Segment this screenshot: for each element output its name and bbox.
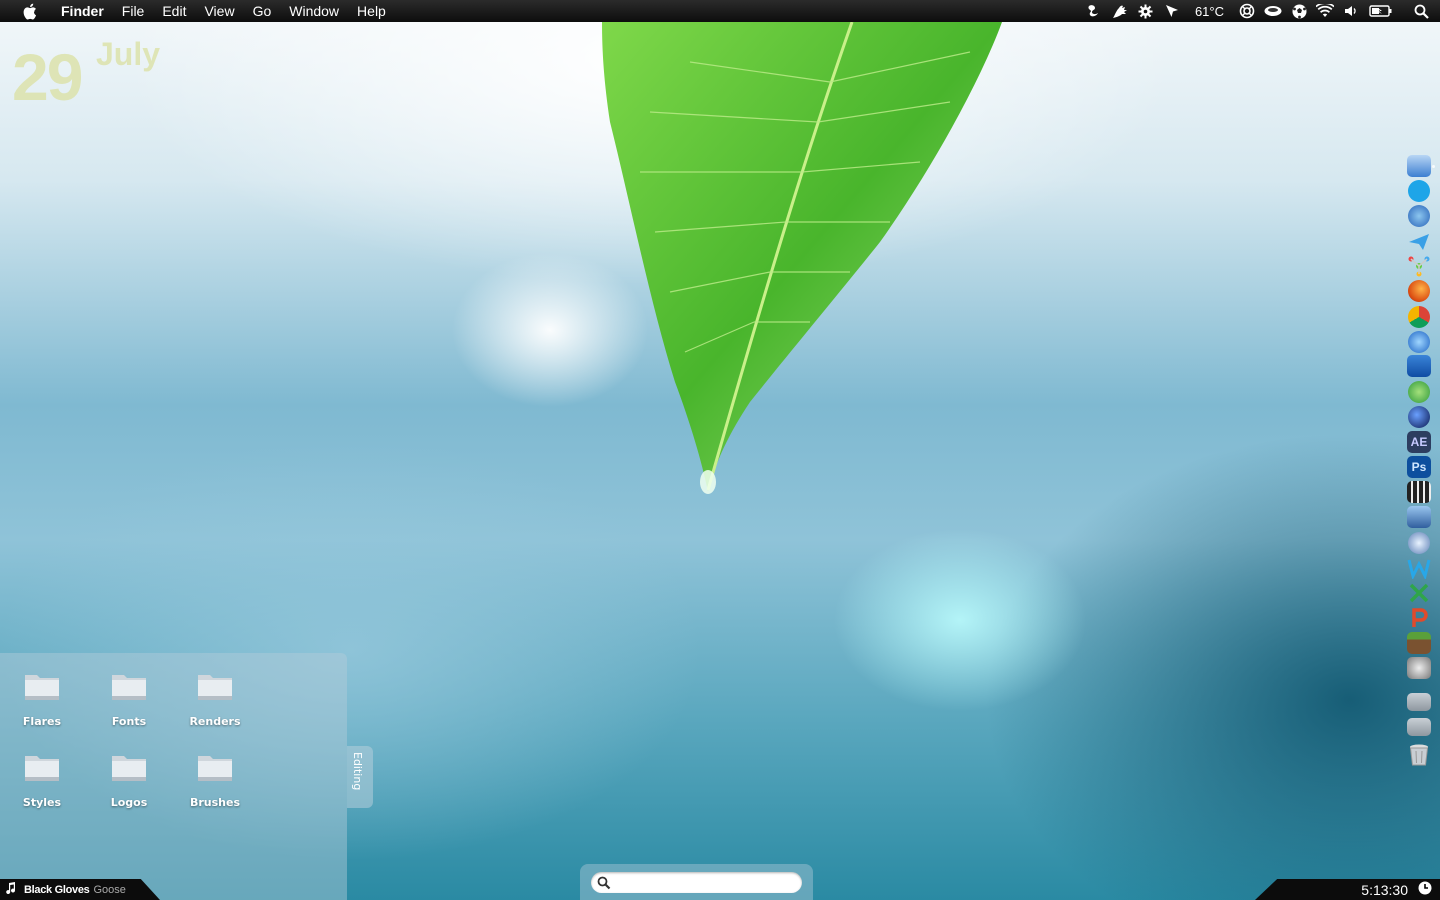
- lifebuoy-icon[interactable]: [1238, 3, 1256, 19]
- powerpoint-icon[interactable]: [1407, 607, 1431, 629]
- cyberduck-icon[interactable]: [1407, 355, 1431, 377]
- folder-brushes[interactable]: Brushes: [175, 752, 255, 809]
- now-playing-bar[interactable]: Black Gloves Goose: [0, 879, 160, 900]
- growl-icon[interactable]: [1111, 3, 1129, 19]
- track-title: Black Gloves: [24, 883, 90, 896]
- folder-label: Styles: [22, 796, 62, 809]
- system-preferences-icon[interactable]: [1407, 657, 1431, 679]
- fan-icon[interactable]: [1085, 3, 1103, 19]
- folder-renders[interactable]: Renders: [175, 671, 255, 728]
- stack-tab-label: Editing: [351, 752, 364, 791]
- volume-icon[interactable]: [1342, 3, 1360, 19]
- folder-icon: [111, 752, 147, 782]
- final-cut-icon[interactable]: [1407, 481, 1431, 503]
- folder-label: Fonts: [111, 715, 147, 728]
- folder-icon: [197, 671, 233, 701]
- clock-icon: [1418, 881, 1432, 898]
- safari-icon[interactable]: [1408, 532, 1430, 554]
- app-store-icon[interactable]: [1408, 205, 1430, 227]
- drive-icon[interactable]: [1264, 3, 1282, 19]
- imovie-icon[interactable]: [1407, 506, 1431, 528]
- folder-fonts[interactable]: Fonts: [89, 671, 169, 728]
- folder-label: Flares: [22, 715, 62, 728]
- network-icon[interactable]: [1407, 255, 1431, 277]
- mail-icon[interactable]: [1407, 231, 1431, 253]
- running-indicator: [1432, 165, 1435, 168]
- folder-styles[interactable]: Styles: [2, 752, 82, 809]
- folder-icon: [111, 671, 147, 701]
- after-effects-icon-label: AE: [1410, 435, 1428, 449]
- folder-flares[interactable]: Flares: [2, 671, 82, 728]
- menu-file[interactable]: File: [113, 0, 154, 22]
- gear-icon[interactable]: [1137, 3, 1155, 19]
- menu-view[interactable]: View: [195, 0, 243, 22]
- stack-panel: Flares Fonts Renders Styles Logos Brushe…: [0, 653, 347, 900]
- track-artist: Goose: [93, 883, 126, 896]
- wifi-icon[interactable]: [1316, 3, 1334, 19]
- battery-icon[interactable]: [1368, 3, 1394, 19]
- search-icon: [597, 876, 611, 890]
- search-input[interactable]: [591, 872, 802, 893]
- trash-icon[interactable]: [1407, 743, 1431, 766]
- finder-icon[interactable]: [1407, 155, 1431, 177]
- folder-logos[interactable]: Logos: [89, 752, 169, 809]
- photoshop-icon[interactable]: Ps: [1407, 456, 1431, 478]
- clock-time: 5:13:30: [1361, 881, 1408, 898]
- folder-label: Brushes: [189, 796, 241, 809]
- folder-icon: [197, 752, 233, 782]
- date-day: 29: [12, 40, 83, 114]
- chrome-icon[interactable]: [1408, 306, 1430, 328]
- date-month: July: [96, 36, 161, 72]
- photoshop-icon-label: Ps: [1411, 460, 1427, 474]
- utorrent-icon[interactable]: [1408, 381, 1430, 403]
- downloads-folder-icon[interactable]: [1407, 718, 1431, 736]
- after-effects-icon[interactable]: AE: [1407, 431, 1431, 453]
- status-menus: 61°C: [1085, 0, 1430, 22]
- clock-bar[interactable]: 5:13:30: [1255, 879, 1440, 900]
- menu-go[interactable]: Go: [244, 0, 281, 22]
- applications-folder-icon[interactable]: [1407, 693, 1431, 711]
- menu-window[interactable]: Window: [280, 0, 348, 22]
- folder-label: Renders: [189, 715, 241, 728]
- music-note-icon: [6, 882, 16, 897]
- firefox-icon[interactable]: [1408, 280, 1430, 302]
- search-widget: [580, 864, 813, 900]
- folder-label: Logos: [110, 796, 148, 809]
- soccer-ball-icon[interactable]: [1290, 3, 1308, 19]
- temperature-readout[interactable]: 61°C: [1189, 4, 1230, 19]
- minecraft-icon[interactable]: [1407, 632, 1431, 654]
- stack-tab-editing[interactable]: Editing: [347, 746, 373, 808]
- folder-icon: [24, 671, 60, 701]
- dreamweaver-icon[interactable]: [1407, 557, 1431, 581]
- menu-finder[interactable]: Finder: [52, 0, 113, 22]
- spotlight-icon[interactable]: [1412, 3, 1430, 19]
- skype-icon[interactable]: [1408, 180, 1430, 202]
- cinema4d-icon[interactable]: [1408, 406, 1430, 428]
- menu-bar: Finder File Edit View Go Window Help 61°…: [0, 0, 1440, 22]
- excel-icon[interactable]: [1407, 582, 1431, 604]
- itunes-icon[interactable]: [1408, 331, 1430, 353]
- folder-icon: [24, 752, 60, 782]
- leaf-wallpaper-image: [602, 22, 1002, 494]
- menu-help[interactable]: Help: [348, 0, 395, 22]
- menu-edit[interactable]: Edit: [153, 0, 195, 22]
- cursor-icon[interactable]: [1163, 3, 1181, 19]
- apple-menu-icon[interactable]: [18, 0, 40, 22]
